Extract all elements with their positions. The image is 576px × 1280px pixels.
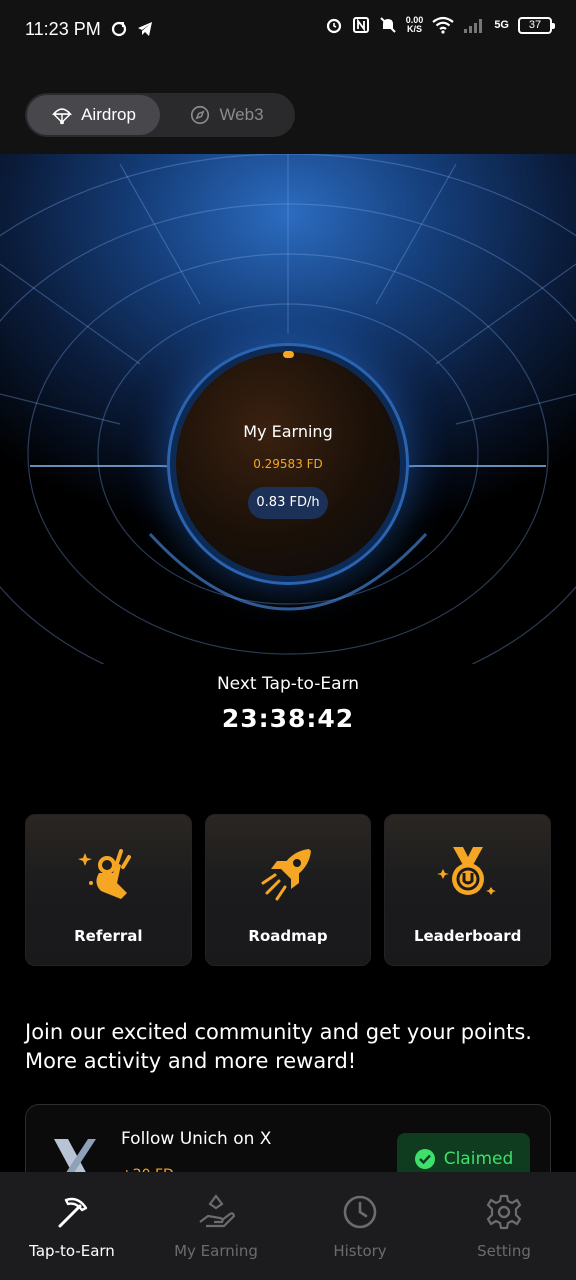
compass-icon — [191, 105, 210, 125]
claimed-label: Claimed — [443, 1149, 514, 1169]
next-tap-label: Next Tap-to-Earn — [216, 674, 360, 694]
check-circle-icon — [414, 1149, 435, 1169]
leaderboard-card[interactable]: Leaderboard — [384, 814, 552, 966]
bottom-navigation: Tap-to-Earn My Earning History Setting — [0, 1172, 576, 1280]
status-right-icons: 0.00 K/S 5G 37 — [325, 15, 555, 34]
roadmap-card[interactable]: Roadmap — [204, 814, 372, 966]
sync-icon — [111, 21, 127, 37]
header: Airdrop Web3 — [0, 62, 576, 154]
earning-hero: My Earning 0.29583 FD 0.83 FD/h — [0, 154, 576, 664]
community-text-line1: Join our excited community and get your … — [25, 1020, 532, 1044]
community-text-line2: More activity and more reward! — [25, 1049, 357, 1073]
nav-history[interactable]: History — [288, 1172, 432, 1280]
telegram-icon — [138, 22, 152, 36]
task-title: Follow Unich on X — [121, 1129, 272, 1149]
status-left-icons — [110, 20, 154, 38]
leaderboard-label: Leaderboard — [413, 927, 522, 945]
parachute-icon — [52, 108, 73, 125]
referral-card[interactable]: Referral — [25, 814, 192, 966]
my-earning-title: My Earning — [243, 422, 333, 441]
battery-indicator: 37 — [518, 16, 555, 34]
nav-tap-to-earn[interactable]: Tap-to-Earn — [0, 1172, 144, 1280]
referral-label: Referral — [74, 927, 143, 945]
network-type: 5G — [494, 18, 509, 31]
nav-setting-label: Setting — [477, 1242, 531, 1260]
ok-hand-icon — [78, 849, 132, 899]
my-earning-value: 0.29583 FD — [253, 457, 323, 471]
signal-icon — [464, 19, 483, 33]
mute-icon — [380, 17, 396, 33]
status-time: 11:23 PM — [25, 19, 101, 39]
mode-switch: Airdrop Web3 — [25, 93, 295, 137]
hand-coin-icon — [199, 1194, 236, 1228]
tab-airdrop[interactable]: Airdrop — [27, 95, 160, 135]
medal-icon — [436, 847, 496, 895]
orb-indicator-dot — [283, 351, 294, 358]
clock-icon — [343, 1195, 377, 1229]
community-text: Join our excited community and get your … — [25, 1018, 555, 1076]
nav-tap-to-earn-label: Tap-to-Earn — [29, 1242, 115, 1260]
action-cards: Referral Roadmap Leaderboard — [25, 814, 552, 966]
nav-history-label: History — [333, 1242, 387, 1260]
wifi-icon — [432, 16, 454, 34]
tab-airdrop-label: Airdrop — [81, 105, 136, 124]
rocket-icon — [261, 849, 311, 901]
tab-web3[interactable]: Web3 — [160, 95, 293, 135]
nav-setting[interactable]: Setting — [432, 1172, 576, 1280]
alarm-icon — [326, 18, 341, 34]
pickaxe-icon — [58, 1197, 88, 1228]
status-bar: 11:23 PM 0.00 K/S 5G 37 — [0, 0, 576, 62]
nav-my-earning[interactable]: My Earning — [144, 1172, 288, 1280]
next-tap-countdown: 23:38:42 — [221, 704, 355, 733]
nav-my-earning-label: My Earning — [174, 1242, 258, 1260]
nfc-icon — [352, 17, 369, 33]
earning-rate-badge: 0.83 FD/h — [248, 487, 328, 519]
tab-web3-label: Web3 — [219, 105, 264, 124]
net-speed: 0.00 K/S — [405, 15, 424, 34]
gear-icon — [486, 1194, 522, 1230]
roadmap-label: Roadmap — [248, 927, 328, 945]
